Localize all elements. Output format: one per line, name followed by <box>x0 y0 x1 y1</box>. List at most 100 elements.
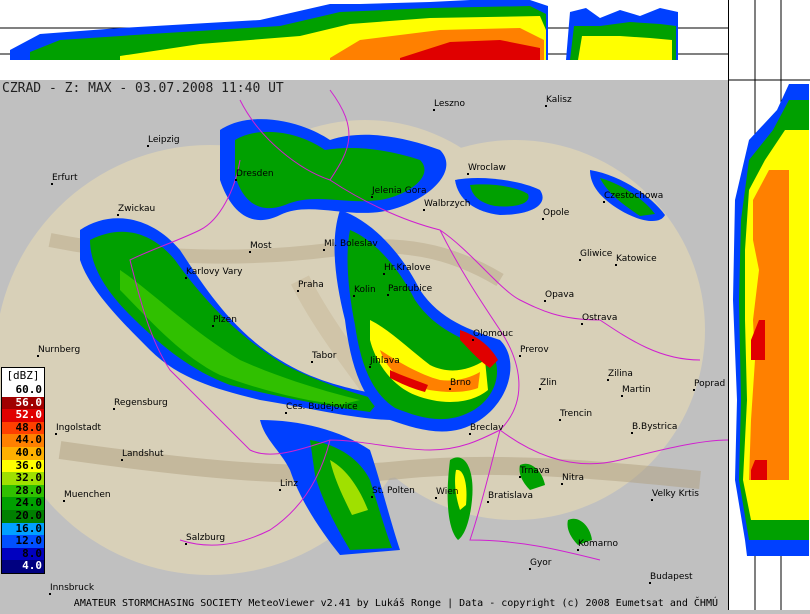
city-label: Opole <box>543 208 570 218</box>
city-label: Zlin <box>540 378 557 388</box>
city-label: B.Bystrica <box>632 422 677 432</box>
city-label: Bratislava <box>488 491 533 501</box>
city-marker <box>37 355 39 357</box>
city-marker <box>449 388 451 390</box>
city-label: Linz <box>280 479 298 489</box>
city-label: Gyor <box>530 558 552 568</box>
city-label: Jihlava <box>369 356 400 366</box>
city-marker <box>487 501 489 503</box>
city-marker <box>185 543 187 545</box>
city-marker <box>55 433 57 435</box>
map-title: CZRAD - Z: MAX - 03.07.2008 11:40 UT <box>2 81 284 96</box>
city-label: Salzburg <box>186 533 225 543</box>
city-label: Leipzig <box>148 135 180 145</box>
city-marker <box>433 109 435 111</box>
city-label: Olomouc <box>473 329 513 339</box>
city-marker <box>285 412 287 414</box>
city-label: Martin <box>622 385 651 395</box>
city-label: Poprad <box>694 379 725 389</box>
city-marker <box>51 183 53 185</box>
city-marker <box>542 218 544 220</box>
city-label: Brno <box>450 378 471 388</box>
city-label: Pardubice <box>388 284 433 294</box>
city-label: Ingolstadt <box>56 423 102 433</box>
city-marker <box>297 290 299 292</box>
city-label: Dresden <box>236 169 274 179</box>
city-label: Leszno <box>434 99 466 109</box>
side-profile-chart <box>729 0 810 610</box>
city-marker <box>579 259 581 261</box>
city-marker <box>369 366 371 368</box>
city-label: Prerov <box>520 345 549 355</box>
city-label: Komarno <box>578 539 618 549</box>
dbz-legend: [dBZ] 60.0 56.0 52.0 48.0 44.0 40.0 36.0 32.0 28… <box>1 367 45 574</box>
city-label: Zilina <box>608 369 633 379</box>
city-marker <box>607 379 609 381</box>
footer-text: AMATEUR STORMCHASING SOCIETY MeteoViewer… <box>73 598 718 609</box>
city-label: Praha <box>298 280 324 290</box>
city-label: Opava <box>545 290 574 300</box>
radar-map-canvas: Leszno Kalisz Leipzig Wroclaw Dresden Erfurt J… <box>0 80 728 598</box>
legend-level: 4.0 <box>2 560 44 573</box>
city-marker <box>383 273 385 275</box>
city-label: Muenchen <box>64 490 111 500</box>
top-profile-panel <box>0 0 728 81</box>
city-label: Trnava <box>519 466 550 476</box>
top-profile-chart <box>0 0 728 60</box>
footer-credits: AMATEUR STORMCHASING SOCIETY MeteoViewer… <box>0 598 728 610</box>
city-label: Wroclaw <box>468 163 506 173</box>
city-label: Most <box>250 241 272 251</box>
city-marker <box>117 214 119 216</box>
city-marker <box>279 489 281 491</box>
city-label: Kolin <box>354 285 376 295</box>
city-marker <box>113 408 115 410</box>
city-label: Hr.Kralove <box>384 263 431 273</box>
city-label: Tabor <box>311 351 337 361</box>
city-marker <box>371 496 373 498</box>
city-marker <box>371 196 373 198</box>
city-label: Regensburg <box>114 398 168 408</box>
legend-unit: [dBZ] <box>6 369 40 382</box>
city-label: Kalisz <box>546 95 572 105</box>
city-label: Innsbruck <box>50 583 95 593</box>
city-label: Nitra <box>562 473 584 483</box>
city-marker <box>559 419 561 421</box>
city-marker <box>353 295 355 297</box>
city-label: Jelenia Gora <box>371 186 427 196</box>
city-label: Zwickau <box>118 204 155 214</box>
city-marker <box>519 476 521 478</box>
city-marker <box>249 251 251 253</box>
city-marker <box>469 433 471 435</box>
legend-level: 12.0 <box>2 535 44 548</box>
legend-level: 52.0 <box>2 409 44 422</box>
city-label: Landshut <box>122 449 164 459</box>
city-label: Katowice <box>616 254 657 264</box>
city-label: Erfurt <box>52 173 78 183</box>
city-label: Breclav <box>470 423 504 433</box>
city-label: Karlovy Vary <box>186 267 243 277</box>
city-marker <box>561 483 563 485</box>
city-marker <box>651 499 653 501</box>
city-marker <box>423 209 425 211</box>
legend-level: 20.0 <box>2 509 44 523</box>
city-marker <box>63 500 65 502</box>
city-marker <box>147 145 149 147</box>
city-marker <box>435 497 437 499</box>
city-label: Ces. Budejovice <box>286 402 358 412</box>
city-marker <box>529 568 531 570</box>
city-marker <box>615 264 617 266</box>
city-marker <box>539 388 541 390</box>
city-marker <box>631 432 633 434</box>
city-marker <box>311 361 313 363</box>
city-marker <box>603 201 605 203</box>
city-marker <box>323 249 325 251</box>
legend-level: 32.0 <box>2 472 44 485</box>
city-label: Wien <box>436 487 458 497</box>
city-label: Nurnberg <box>38 345 80 355</box>
city-marker <box>649 582 651 584</box>
city-label: Czestochowa <box>604 191 663 201</box>
city-label: Velky Krtis <box>652 489 699 499</box>
city-marker <box>581 323 583 325</box>
city-marker <box>545 105 547 107</box>
city-marker <box>519 355 521 357</box>
